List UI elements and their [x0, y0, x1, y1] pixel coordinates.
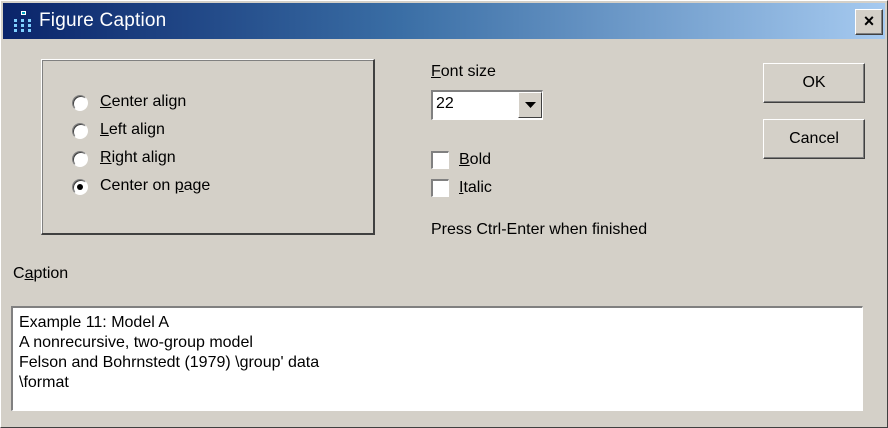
radio-button[interactable]	[72, 179, 88, 195]
hint-text: Press Ctrl-Enter when finished	[431, 221, 648, 238]
close-button[interactable]: ×	[855, 9, 883, 35]
font-size-select[interactable]: 22	[431, 90, 543, 120]
title-bar[interactable]: Figure Caption ×	[3, 3, 885, 39]
chevron-down-icon	[525, 102, 536, 108]
diagram-icon	[14, 11, 31, 32]
caption-label: Caption	[13, 265, 69, 282]
radio-button[interactable]	[72, 123, 88, 139]
dropdown-button[interactable]	[518, 92, 542, 118]
ok-button[interactable]: OK	[763, 63, 865, 103]
radio-label: Right align	[100, 149, 176, 166]
radio-label: Center on page	[100, 177, 211, 194]
bold-label: Bold	[459, 151, 492, 168]
radio-button[interactable]	[72, 151, 88, 167]
italic-checkbox[interactable]	[431, 179, 449, 197]
radio-label: Left align	[100, 121, 165, 138]
figure-caption-dialog: Figure Caption × Center align Left align…	[0, 0, 888, 428]
radio-button[interactable]	[72, 95, 88, 111]
caption-textarea[interactable]: Example 11: Model A A nonrecursive, two-…	[11, 306, 863, 411]
font-size-value: 22	[436, 95, 454, 112]
italic-label: Italic	[459, 179, 492, 196]
close-icon: ×	[863, 11, 875, 31]
radio-selected-dot	[77, 184, 83, 190]
radio-label: Center align	[100, 93, 187, 110]
cancel-button[interactable]: Cancel	[763, 119, 865, 159]
window-title: Figure Caption	[39, 10, 167, 31]
bold-checkbox[interactable]	[431, 151, 449, 169]
alignment-group: Center align Left align Right align Cent…	[41, 59, 375, 235]
font-size-label: Font size	[431, 63, 496, 80]
